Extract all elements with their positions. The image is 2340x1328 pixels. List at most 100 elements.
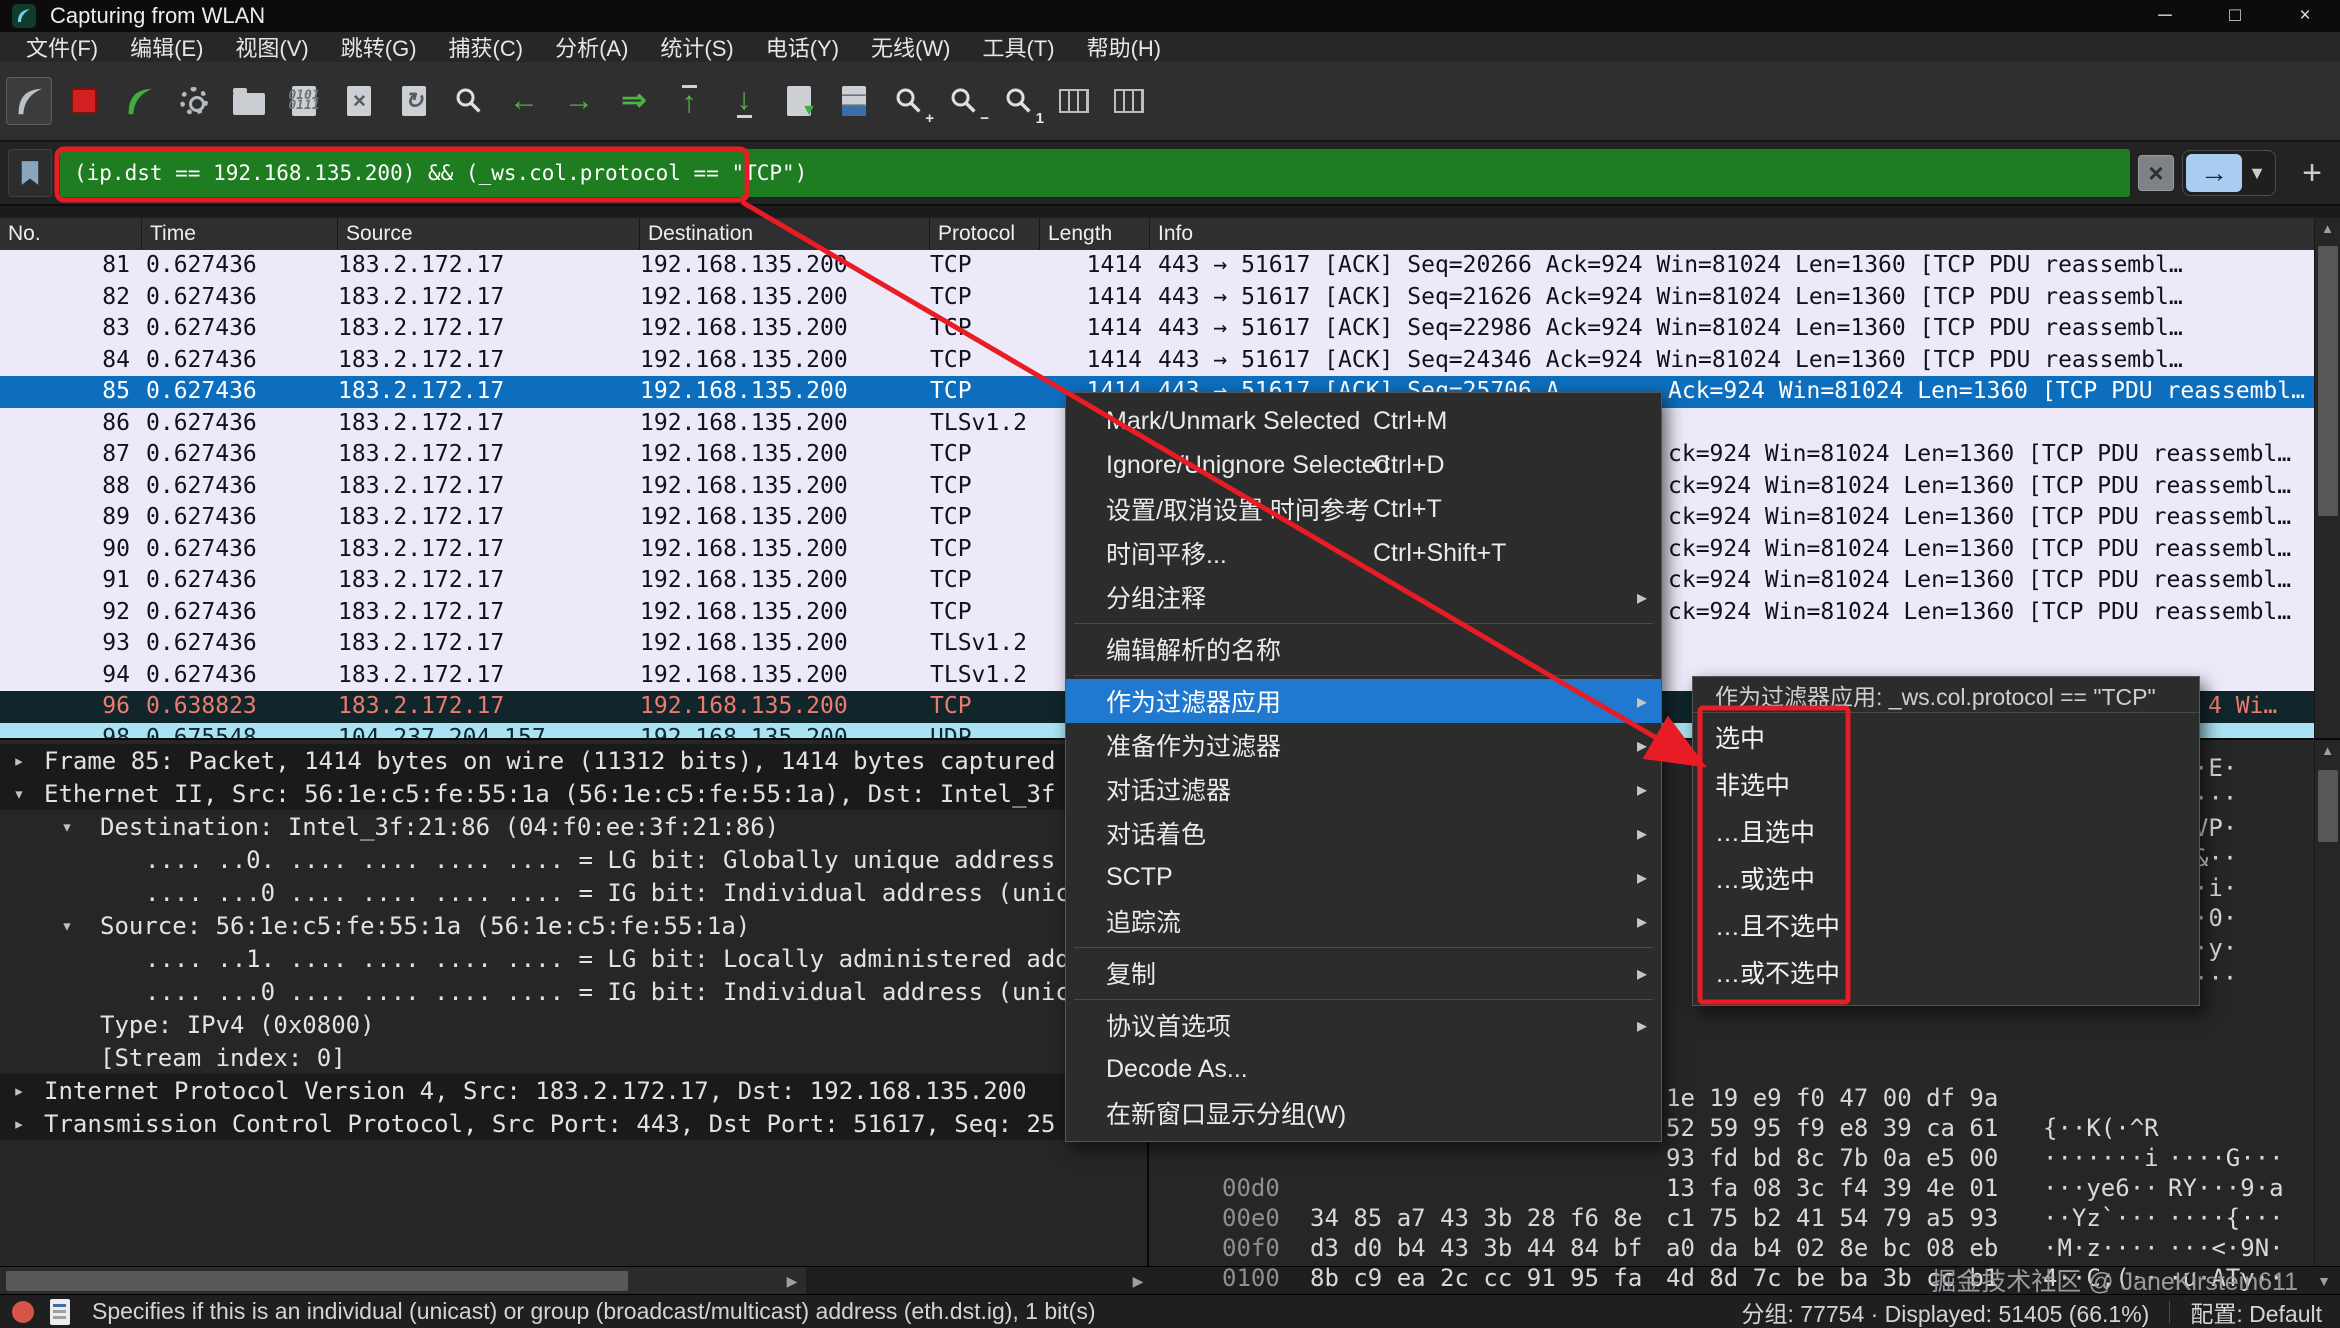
start-capture-icon[interactable] xyxy=(6,77,52,125)
capture-options-icon[interactable] xyxy=(171,77,217,125)
packet-row[interactable]: 82 0.627436 183.2.172.17 192.168.135.200… xyxy=(0,282,2340,314)
submenu-item[interactable]: 选中 xyxy=(1693,713,2199,760)
profile-label[interactable]: 配置: Default xyxy=(2190,1295,2322,1328)
detail-line[interactable]: ▾ Ethernet II, Src: 56:1e:c5:fe:55:1a (5… xyxy=(0,777,1147,810)
menubar-item[interactable]: 编辑(E) xyxy=(114,31,219,63)
menubar-item[interactable]: 统计(S) xyxy=(644,31,749,63)
hex-row[interactable]: 0100 6a 2c 51 c2 57 27 83 cf 73 7d 30 5f… xyxy=(1150,1233,2340,1263)
context-menu-item[interactable]: 作为过滤器应用 ▸ xyxy=(1066,679,1661,723)
filter-apply-icon[interactable]: → xyxy=(2186,154,2242,192)
zoom-reset-icon[interactable]: 1 xyxy=(996,77,1042,125)
column-header[interactable]: Time xyxy=(142,218,338,250)
filter-dropdown-icon[interactable]: ▼ xyxy=(2242,163,2272,184)
expand-arrow-icon[interactable]: ▸ xyxy=(4,1113,34,1135)
restart-capture-icon[interactable] xyxy=(116,77,162,125)
find-packet-icon[interactable] xyxy=(446,77,492,125)
open-file-icon[interactable] xyxy=(226,77,272,125)
expert-info-icon[interactable] xyxy=(12,1301,34,1323)
context-menu-item[interactable]: 设置/取消设置 时间参考 Ctrl+T xyxy=(1066,487,1661,531)
capture-comment-icon[interactable] xyxy=(50,1299,70,1325)
hex-scroll-down-icon[interactable]: ▼ xyxy=(2312,1269,2336,1293)
minimize-button[interactable]: ─ xyxy=(2130,0,2200,32)
go-forward-icon[interactable]: → xyxy=(556,77,602,125)
detail-line[interactable]: .... ...0 .... .... .... .... = IG bit: … xyxy=(0,876,1147,909)
expand-arrow-icon[interactable]: ▾ xyxy=(52,915,82,937)
context-menu-item[interactable]: SCTP ▸ xyxy=(1066,855,1661,899)
scroll-right-icon[interactable]: ▶ xyxy=(780,1269,804,1293)
menubar-item[interactable]: 跳转(G) xyxy=(325,31,433,63)
packet-row[interactable]: 83 0.627436 183.2.172.17 192.168.135.200… xyxy=(0,313,2340,345)
context-menu-item[interactable]: 编辑解析的名称 xyxy=(1066,627,1661,671)
close-file-icon[interactable]: × xyxy=(336,77,382,125)
zoom-out-icon[interactable]: − xyxy=(941,77,987,125)
context-menu-item[interactable]: Decode As... xyxy=(1066,1047,1661,1091)
detail-line[interactable]: ▸ Frame 85: Packet, 1414 bytes on wire (… xyxy=(0,744,1147,777)
save-file-icon[interactable]: 01010111 xyxy=(281,77,327,125)
filter-bookmark-icon[interactable] xyxy=(8,149,52,197)
hex-scroll-right-icon[interactable]: ▶ xyxy=(1126,1269,1150,1293)
scrollbar-thumb[interactable] xyxy=(2318,246,2338,516)
hex-row[interactable]: 00d0 34 85 a7 43 3b 28 f6 8e a0 da b4 02… xyxy=(1150,1143,2340,1173)
detail-hscrollbar[interactable]: ▶ xyxy=(0,1267,806,1295)
detail-line[interactable]: ▸ Transmission Control Protocol, Src Por… xyxy=(0,1107,1147,1140)
menubar-item[interactable]: 帮助(H) xyxy=(1071,31,1178,63)
context-menu-item[interactable]: 复制 ▸ xyxy=(1066,951,1661,995)
go-first-icon[interactable]: ↑ xyxy=(666,77,712,125)
context-menu-item[interactable]: Mark/Unmark Selected Ctrl+M xyxy=(1066,399,1661,443)
auto-scroll-icon[interactable]: ▼ xyxy=(776,77,822,125)
submenu-item[interactable]: 非选中 xyxy=(1693,760,2199,807)
expand-arrow-icon[interactable]: ▾ xyxy=(4,783,34,805)
context-menu-item[interactable] xyxy=(1066,619,1661,627)
context-menu-item[interactable]: 在新窗口显示分组(W) xyxy=(1066,1091,1661,1135)
hex-pane-scrollbar[interactable]: ▲ xyxy=(2314,740,2340,1266)
packet-list-scrollbar[interactable]: ▲ xyxy=(2314,218,2340,738)
context-menu-item[interactable] xyxy=(1066,943,1661,951)
menubar-item[interactable]: 工具(T) xyxy=(966,31,1070,63)
context-menu-item[interactable]: 分组注释 ▸ xyxy=(1066,575,1661,619)
menubar-item[interactable]: 文件(F) xyxy=(10,31,114,63)
column-header[interactable]: Destination xyxy=(640,218,930,250)
reset-layout-icon[interactable] xyxy=(1106,77,1152,125)
packet-row[interactable]: 84 0.627436 183.2.172.17 192.168.135.200… xyxy=(0,345,2340,377)
maximize-button[interactable]: □ xyxy=(2200,0,2270,32)
resize-columns-icon[interactable] xyxy=(1051,77,1097,125)
scroll-up-icon[interactable]: ▲ xyxy=(2315,740,2340,762)
display-filter-input[interactable]: (ip.dst == 192.168.135.200) && (_ws.col.… xyxy=(60,149,2130,197)
column-header[interactable]: Protocol xyxy=(930,218,1040,250)
menubar-item[interactable]: 捕获(C) xyxy=(433,31,540,63)
context-menu-item[interactable]: 时间平移... Ctrl+Shift+T xyxy=(1066,531,1661,575)
context-menu-item[interactable]: 对话过滤器 ▸ xyxy=(1066,767,1661,811)
close-button[interactable]: × xyxy=(2270,0,2340,32)
submenu-item[interactable]: …或不选中 xyxy=(1693,948,2199,995)
column-header[interactable]: Length xyxy=(1040,218,1150,250)
context-menu-item[interactable] xyxy=(1066,995,1661,1003)
menubar-item[interactable]: 无线(W) xyxy=(855,31,966,63)
hex-row[interactable]: 00e0 d3 d0 b4 43 3b 44 84 bf 4d 8d 7c be… xyxy=(1150,1173,2340,1203)
menubar-item[interactable]: 分析(A) xyxy=(539,31,644,63)
go-to-packet-icon[interactable]: ⇒ xyxy=(611,77,657,125)
context-menu-item[interactable]: Ignore/Unignore Selected Ctrl+D xyxy=(1066,443,1661,487)
detail-line[interactable]: Type: IPv4 (0x0800) xyxy=(0,1008,1147,1041)
filter-clear-icon[interactable]: × xyxy=(2138,155,2174,191)
submenu-item[interactable]: …且选中 xyxy=(1693,807,2199,854)
expand-arrow-icon[interactable]: ▸ xyxy=(4,750,34,772)
column-header[interactable]: Info xyxy=(1150,218,2340,250)
expand-arrow-icon[interactable]: ▾ xyxy=(52,816,82,838)
column-header[interactable]: No. xyxy=(0,218,142,250)
detail-line[interactable]: [Stream index: 0] xyxy=(0,1041,1147,1074)
detail-line[interactable]: ▾ Destination: Intel_3f:21:86 (04:f0:ee:… xyxy=(0,810,1147,843)
context-menu-item[interactable] xyxy=(1066,671,1661,679)
context-menu-item[interactable]: 追踪流 ▸ xyxy=(1066,899,1661,943)
submenu-item[interactable]: …或选中 xyxy=(1693,854,2199,901)
reload-file-icon[interactable]: ↻ xyxy=(391,77,437,125)
go-last-icon[interactable]: ↓ xyxy=(721,77,767,125)
context-menu-item[interactable]: 准备作为过滤器 ▸ xyxy=(1066,723,1661,767)
go-back-icon[interactable]: ← xyxy=(501,77,547,125)
expand-arrow-icon[interactable]: ▸ xyxy=(4,1080,34,1102)
detail-line[interactable]: ▾ Source: 56:1e:c5:fe:55:1a (56:1e:c5:fe… xyxy=(0,909,1147,942)
context-menu-item[interactable]: 对话着色 ▸ xyxy=(1066,811,1661,855)
colorize-icon[interactable]: —————— xyxy=(831,77,877,125)
stop-capture-icon[interactable] xyxy=(61,77,107,125)
detail-line[interactable]: .... ...0 .... .... .... .... = IG bit: … xyxy=(0,975,1147,1008)
menubar-item[interactable]: 电话(Y) xyxy=(750,31,855,63)
